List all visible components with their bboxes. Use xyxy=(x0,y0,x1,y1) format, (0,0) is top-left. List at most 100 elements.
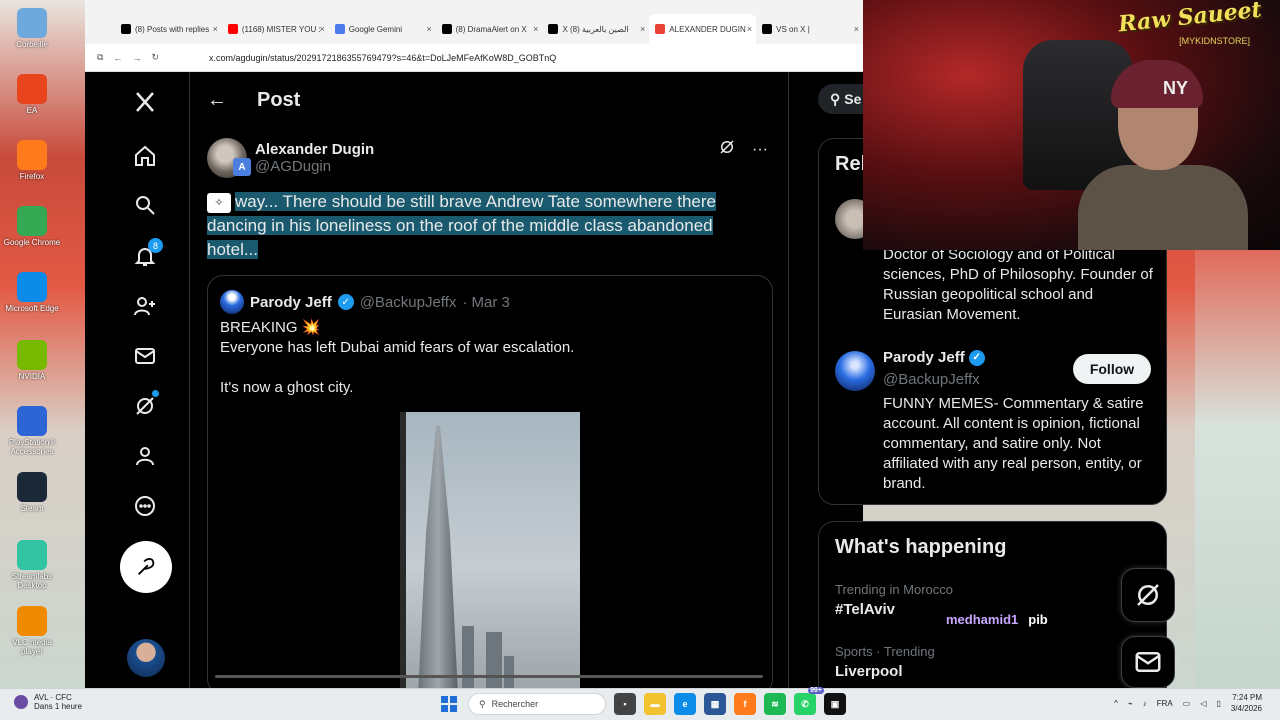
edge-icon[interactable]: e xyxy=(674,693,696,715)
streamer-body xyxy=(1078,165,1248,250)
close-tab-icon[interactable]: × xyxy=(319,24,324,34)
search-label: Se xyxy=(844,91,862,107)
trend-item[interactable]: Sports · Trending Liverpool xyxy=(835,644,935,680)
back-arrow-icon[interactable]: ← xyxy=(207,89,227,112)
taskbar-search[interactable]: ⚲ Rechercher xyxy=(468,693,606,715)
close-tab-icon[interactable]: × xyxy=(854,24,859,34)
display-icon[interactable]: ▭ xyxy=(1183,699,1191,708)
desktop-icon[interactable]: Firefox xyxy=(2,140,62,181)
chevron-up-icon[interactable]: ^ xyxy=(1114,699,1118,708)
x-icon xyxy=(121,24,131,34)
follow-people-icon[interactable] xyxy=(129,290,161,322)
chat-name-2: pib xyxy=(1028,612,1048,627)
edge-icon xyxy=(17,272,47,302)
post-text-content: way... There should be still brave Andre… xyxy=(207,192,716,259)
browser-tab[interactable]: (1168) MISTER YOU : × xyxy=(222,14,329,44)
quote-line-3: It's now a ghost city. xyxy=(220,379,354,396)
account-avatar[interactable] xyxy=(127,639,165,677)
post-author[interactable]: A Alexander Dugin @AGDugin xyxy=(207,138,374,178)
author-handle[interactable]: @AGDugin xyxy=(255,158,374,175)
more-options-icon[interactable]: ··· xyxy=(752,141,768,159)
quote-handle[interactable]: @BackupJeffx xyxy=(360,294,457,311)
weather-widget[interactable]: AVL · CFC Dans 1 heure xyxy=(14,693,82,711)
forward-icon[interactable]: → xyxy=(132,53,141,63)
notifications-icon[interactable]: 8 xyxy=(129,238,163,272)
follow-button[interactable]: Follow xyxy=(1073,354,1151,384)
horizontal-scrollbar[interactable] xyxy=(215,675,763,678)
network-icon[interactable]: ⌁ xyxy=(1128,699,1133,708)
clock[interactable]: 7:24 PM 3/4/2026 xyxy=(1231,692,1262,714)
file-explorer-icon[interactable]: ▬ xyxy=(644,693,666,715)
relevant-name-jeff[interactable]: Parody Jeff ✓ xyxy=(883,349,985,366)
browser-tab[interactable]: Google Gemini × xyxy=(329,14,436,44)
quote-name[interactable]: Parody Jeff xyxy=(250,294,332,311)
profile-icon[interactable] xyxy=(129,440,161,472)
browser-tab[interactable]: VS on X | × xyxy=(756,14,863,44)
reload-icon[interactable]: ↻ xyxy=(151,52,159,63)
trend-item[interactable]: Trending in Morocco #TelAviv xyxy=(835,582,953,618)
home-icon[interactable] xyxy=(129,140,161,172)
desktop-icon[interactable]: VLC media player xyxy=(2,606,62,656)
terminal-icon[interactable]: ▪ xyxy=(614,693,636,715)
desktop-icon[interactable]: EA xyxy=(2,74,62,115)
more-icon[interactable] xyxy=(129,490,161,522)
relevant-avatar-jeff[interactable] xyxy=(835,351,875,391)
close-tab-icon[interactable]: × xyxy=(747,24,752,34)
battery-icon[interactable]: ▯ xyxy=(1216,699,1220,708)
translate-icon[interactable]: A xyxy=(233,158,251,176)
desktop-icon[interactable]: Microsoft Edge xyxy=(2,272,62,313)
browser-tab[interactable]: (8) Posts with replies × xyxy=(115,14,222,44)
desktop-icon[interactable]: PlayStation® Accessories xyxy=(2,406,62,456)
desktop-icons: Corbeille EA Firefox Google Chrome Microsoft… xyxy=(0,0,64,688)
browser-tab-label: (8) Posts with replies xyxy=(135,24,210,34)
desktop-icon[interactable]: NVIDIA xyxy=(2,340,62,381)
messages-icon[interactable] xyxy=(129,340,161,372)
quote-media-image[interactable] xyxy=(400,412,580,688)
spotify-icon[interactable]: ≋ xyxy=(764,693,786,715)
windows-taskbar: AVL · CFC Dans 1 heure ⚲ Rechercher ▪ ▬ … xyxy=(0,687,1280,720)
post-column: ← Post A Alexander Dugin @AGDugin ··· ✧ w… xyxy=(191,72,789,688)
browser-tab[interactable]: (8) DramaAlert on X × xyxy=(436,14,543,44)
desktop-icon[interactable]: Corbeille xyxy=(2,8,62,49)
grok-icon[interactable] xyxy=(129,390,161,422)
start-button[interactable] xyxy=(438,693,460,715)
desktop-icon[interactable]: Steam xyxy=(2,472,62,513)
quote-avatar[interactable] xyxy=(220,290,244,314)
grok-explain-icon[interactable] xyxy=(718,138,736,161)
close-tab-icon[interactable]: × xyxy=(533,24,538,34)
back-icon[interactable]: ← xyxy=(113,53,122,63)
streamlabs-icon[interactable]: ▣ xyxy=(824,693,846,715)
author-avatar[interactable]: A xyxy=(207,138,251,178)
close-tab-icon[interactable]: × xyxy=(213,24,218,34)
sidebar-toggle-icon[interactable]: ⧉ xyxy=(97,52,103,63)
grok-float-button[interactable] xyxy=(1121,568,1175,622)
clock-date: 3/4/2026 xyxy=(1230,704,1262,713)
volume-icon[interactable]: ◁ xyxy=(1200,699,1206,708)
browser-tab[interactable]: X الصين بالعربية (8) × xyxy=(542,14,649,44)
wallpaper-strip xyxy=(1195,250,1280,688)
trend-topic: Liverpool xyxy=(835,663,903,680)
close-tab-icon[interactable]: × xyxy=(426,24,431,34)
compose-post-button[interactable] xyxy=(120,541,172,593)
author-name[interactable]: Alexander Dugin xyxy=(255,141,374,158)
store-icon[interactable]: ▦ xyxy=(704,693,726,715)
quote-date[interactable]: · Mar 3 xyxy=(462,294,510,311)
stream-logo-sub: [MYKIDNSTORE] xyxy=(1179,36,1250,46)
whatsapp-icon[interactable]: ✆ 99+ xyxy=(794,687,824,715)
desktop-icon[interactable]: Google Chrome xyxy=(2,206,62,247)
url-text[interactable]: x.com/agdugin/status/2029172186355769479… xyxy=(209,53,556,63)
quoted-post[interactable]: Parody Jeff ✓ @BackupJeffx · Mar 3 BREAK… xyxy=(207,275,773,688)
firefox-icon[interactable]: f xyxy=(734,693,756,715)
close-tab-icon[interactable]: × xyxy=(640,24,645,34)
address-bar[interactable]: ⧉ ← → ↻ x.com/agdugin/status/20291721863… xyxy=(85,44,863,72)
search-icon[interactable] xyxy=(129,189,161,221)
x-logo-icon[interactable] xyxy=(129,86,161,118)
relevant-handle-jeff[interactable]: @BackupJeffx xyxy=(883,371,980,388)
desktop-icon[interactable]: Streamlabs Desktop xyxy=(2,540,62,590)
language-indicator[interactable]: FRA xyxy=(1157,699,1173,708)
ai-translate-icon[interactable]: ✧ xyxy=(207,192,231,213)
mic-icon[interactable]: ♪ xyxy=(1143,699,1147,708)
messages-float-button[interactable] xyxy=(1121,636,1175,688)
desktop-icon-label: Streamlabs Desktop xyxy=(11,572,53,590)
browser-tab[interactable]: ALEXANDER DUGIN × xyxy=(649,14,757,44)
